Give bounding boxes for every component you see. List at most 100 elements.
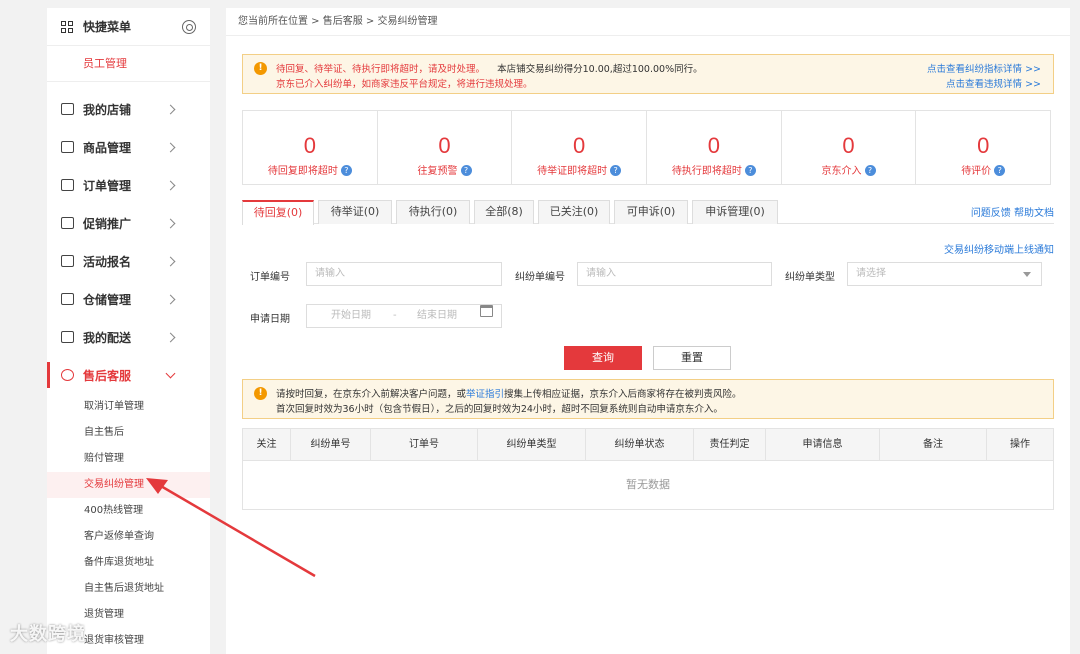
menu-item-events[interactable]: 活动报名 (47, 242, 210, 280)
stat-label: 待评价 (961, 166, 992, 177)
help-icon[interactable]: ? (460, 165, 472, 176)
tab-appeal-management[interactable]: 申诉管理(0) (692, 200, 778, 224)
violation-details-link[interactable]: 点击查看违规详情 >> (946, 76, 1041, 90)
sub-item-cancel-orders[interactable]: 取消订单管理 (47, 394, 210, 420)
event-icon (61, 255, 74, 267)
chevron-right-icon (165, 256, 176, 266)
menu-label: 我的店铺 (83, 102, 132, 117)
tab-all[interactable]: 全部(8) (474, 200, 534, 224)
col-remark: 备注 (880, 429, 987, 460)
feedback-help-link[interactable]: 问题反馈 帮助文档 (971, 204, 1054, 219)
main-content: 您当前所在位置 > 售后客服 > 交易纠纷管理 ! 待回复、待举证、待执行即将超… (226, 8, 1070, 654)
dispute-metrics-link[interactable]: 点击查看纠纷指标详情 >> (927, 61, 1041, 75)
menu-item-products[interactable]: 商品管理 (47, 128, 210, 166)
sub-item-self-aftersales[interactable]: 自主售后 (47, 420, 210, 446)
menu-label: 我的配送 (83, 330, 132, 345)
quick-menu-header: 快捷菜单 (47, 8, 210, 46)
stat-jd-intervention[interactable]: 0 京东介入? (782, 111, 917, 184)
promotion-icon (61, 217, 74, 229)
menu-item-shop[interactable]: 我的店铺 (47, 90, 210, 128)
quick-item-staff[interactable]: 员工管理 (47, 46, 210, 82)
order-no-input[interactable]: 请输入 (306, 262, 502, 286)
stat-repeat-warning[interactable]: 0 往复预警? (378, 111, 513, 184)
help-icon[interactable]: ? (340, 165, 352, 176)
menu-item-warehouse[interactable]: 仓储管理 (47, 280, 210, 318)
menu-label: 活动报名 (83, 254, 132, 269)
reset-button[interactable]: 重置 (653, 346, 731, 370)
col-follow: 关注 (243, 429, 291, 460)
order-icon (61, 179, 74, 191)
stat-reply-timeout[interactable]: 0 待回复即将超时? (243, 111, 378, 184)
headset-icon (61, 369, 74, 381)
dispute-type-select[interactable]: 请选择 (847, 262, 1042, 286)
tab-to-evidence[interactable]: 待举证(0) (318, 200, 392, 224)
stat-value: 0 (438, 133, 451, 158)
stat-to-review[interactable]: 0 待评价? (916, 111, 1050, 184)
query-button[interactable]: 查询 (564, 346, 642, 370)
warning-icon: ! (254, 387, 267, 400)
chevron-right-icon (165, 332, 176, 342)
evidence-guide-link[interactable]: 举证指引 (466, 389, 504, 400)
end-date-placeholder: 结束日期 (417, 310, 457, 321)
reply-notice-text-b: 搜集上传相应证据，京东介入后商家将存在被判责风险。 (504, 389, 742, 400)
watermark: 大数跨境 (10, 624, 86, 645)
warning-icon: ! (254, 62, 267, 75)
help-icon[interactable]: ? (994, 165, 1006, 176)
dispute-no-input[interactable]: 请输入 (577, 262, 772, 286)
stat-evidence-timeout[interactable]: 0 待举证即将超时? (512, 111, 648, 184)
date-separator: - (393, 310, 397, 321)
menu-item-aftersales[interactable]: 售后客服 (47, 356, 210, 394)
tab-to-reply[interactable]: 待回复(0) (242, 200, 314, 225)
order-no-label: 订单编号 (250, 272, 290, 283)
reply-notice: ! 请按时回复，在京东介入前解决客户问题，或举证指引搜集上传相应证据，京东介入后… (242, 379, 1054, 419)
menu-label: 仓储管理 (83, 292, 132, 307)
menu-item-delivery[interactable]: 我的配送 (47, 318, 210, 356)
stats-panel: 0 待回复即将超时? 0 往复预警? 0 待举证即将超时? 0 待执行即将超时? 0 京东… (242, 110, 1051, 185)
stat-value: 0 (842, 133, 855, 158)
stat-value: 0 (573, 133, 586, 158)
shop-icon (61, 103, 74, 115)
stat-label: 往复预警 (417, 166, 458, 177)
tab-followed[interactable]: 已关注(0) (538, 200, 610, 224)
reply-notice-text-a: 请按时回复，在京东介入前解决客户问题，或 (276, 389, 467, 400)
help-icon[interactable]: ? (864, 165, 876, 176)
tab-to-execute[interactable]: 待执行(0) (396, 200, 470, 224)
quick-menu-title: 快捷菜单 (83, 20, 132, 34)
chevron-down-icon (165, 368, 176, 378)
mobile-notice-link[interactable]: 交易纠纷移动端上线通知 (944, 241, 1054, 256)
empty-state: 暂无数据 (626, 478, 670, 491)
stat-value: 0 (303, 133, 316, 158)
stat-label: 待举证即将超时 (537, 166, 608, 177)
chevron-right-icon (165, 218, 176, 228)
stat-value: 0 (977, 133, 990, 158)
truck-icon (61, 331, 74, 343)
start-date-placeholder: 开始日期 (331, 310, 371, 321)
table-header: 关注 纠纷单号 订单号 纠纷单类型 纠纷单状态 责任判定 申请信息 备注 操作 (243, 429, 1053, 461)
dispute-type-label: 纠纷单类型 (785, 272, 835, 283)
chevron-right-icon (165, 180, 176, 190)
col-dispute-status: 纠纷单状态 (586, 429, 694, 460)
col-apply-info: 申请信息 (766, 429, 880, 460)
tab-appealable[interactable]: 可申诉(0) (614, 200, 688, 224)
stat-execute-timeout[interactable]: 0 待执行即将超时? (647, 111, 782, 184)
apply-date-label: 申请日期 (250, 314, 290, 325)
stat-label: 待执行即将超时 (671, 166, 742, 177)
tab-bar: 待回复(0) 待举证(0) 待执行(0) 全部(8) 已关注(0) 可申诉(0)… (242, 200, 1054, 225)
stat-label: 京东介入 (821, 166, 862, 177)
col-order-no: 订单号 (371, 429, 478, 460)
help-icon[interactable]: ? (610, 165, 622, 176)
notice-red-text: 待回复、待举证、待执行即将超时，请及时处理。 (276, 64, 486, 75)
col-dispute-type: 纠纷单类型 (478, 429, 586, 460)
reply-notice-line-2: 首次回复时效为36小时（包含节假日），之后的回复时效为24小时，超时不回复系统则… (276, 404, 723, 415)
menu-item-orders[interactable]: 订单管理 (47, 166, 210, 204)
sub-item-compensation[interactable]: 赔付管理 (47, 446, 210, 472)
menu-label: 售后客服 (83, 368, 132, 383)
gear-icon[interactable] (182, 19, 196, 34)
menu-item-promotion[interactable]: 促销推广 (47, 204, 210, 242)
calendar-icon[interactable] (480, 305, 493, 317)
date-range-picker[interactable]: 开始日期 - 结束日期 (306, 304, 502, 328)
menu-label: 促销推广 (83, 216, 132, 231)
stat-value: 0 (707, 133, 720, 158)
help-icon[interactable]: ? (744, 165, 756, 176)
product-icon (61, 141, 74, 153)
